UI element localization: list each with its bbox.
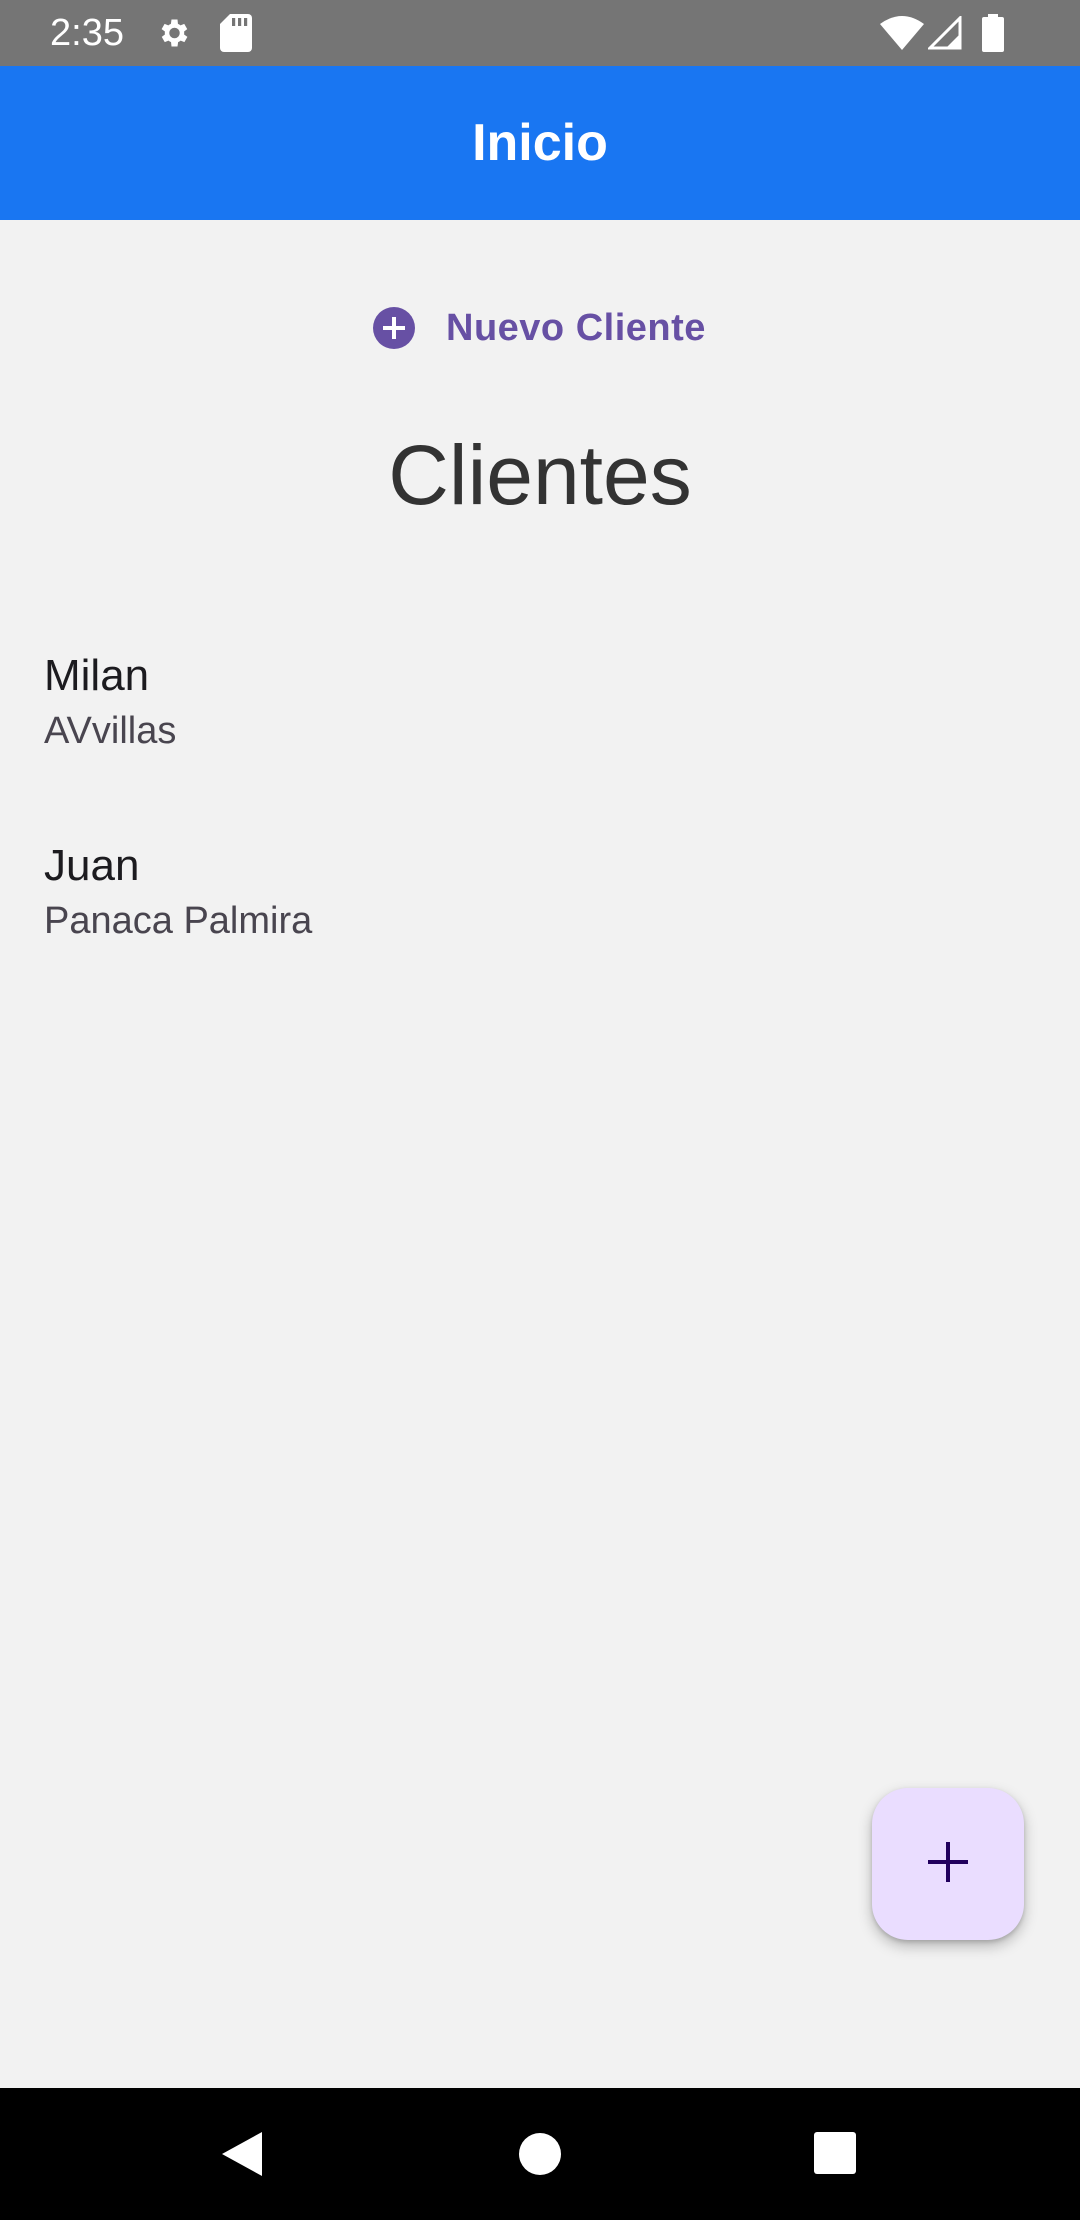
status-time: 2:35 [50, 12, 124, 54]
recents-icon[interactable] [814, 2132, 856, 2179]
back-icon[interactable] [222, 2130, 264, 2183]
gear-icon [155, 15, 191, 51]
client-list: Milan AVvillas Juan Panaca Palmira [0, 630, 1080, 1010]
plus-icon [926, 1840, 970, 1889]
home-icon[interactable] [518, 2132, 562, 2181]
battery-icon [982, 14, 1004, 52]
list-item[interactable]: Juan Panaca Palmira [0, 820, 1080, 1010]
add-fab-button[interactable] [872, 1788, 1024, 1940]
client-bank: Panaca Palmira [44, 900, 313, 942]
app-bar: Inicio [0, 66, 1080, 220]
client-name: Milan [44, 651, 150, 700]
new-client-button[interactable]: Nuevo Cliente [370, 296, 706, 360]
status-bar: 2:35 [0, 0, 1080, 66]
new-client-label: Nuevo Cliente [446, 306, 706, 349]
cell-signal-icon [928, 16, 962, 50]
list-item[interactable]: Milan AVvillas [0, 630, 1080, 820]
client-name: Juan [44, 841, 140, 890]
add-circle-icon [370, 304, 418, 352]
wifi-icon [880, 16, 924, 50]
system-nav-bar [0, 2088, 1080, 2220]
client-bank: AVvillas [44, 710, 177, 752]
section-title: Clientes [388, 428, 692, 522]
page-title: Inicio [472, 114, 608, 172]
sd-card-icon [220, 14, 252, 52]
